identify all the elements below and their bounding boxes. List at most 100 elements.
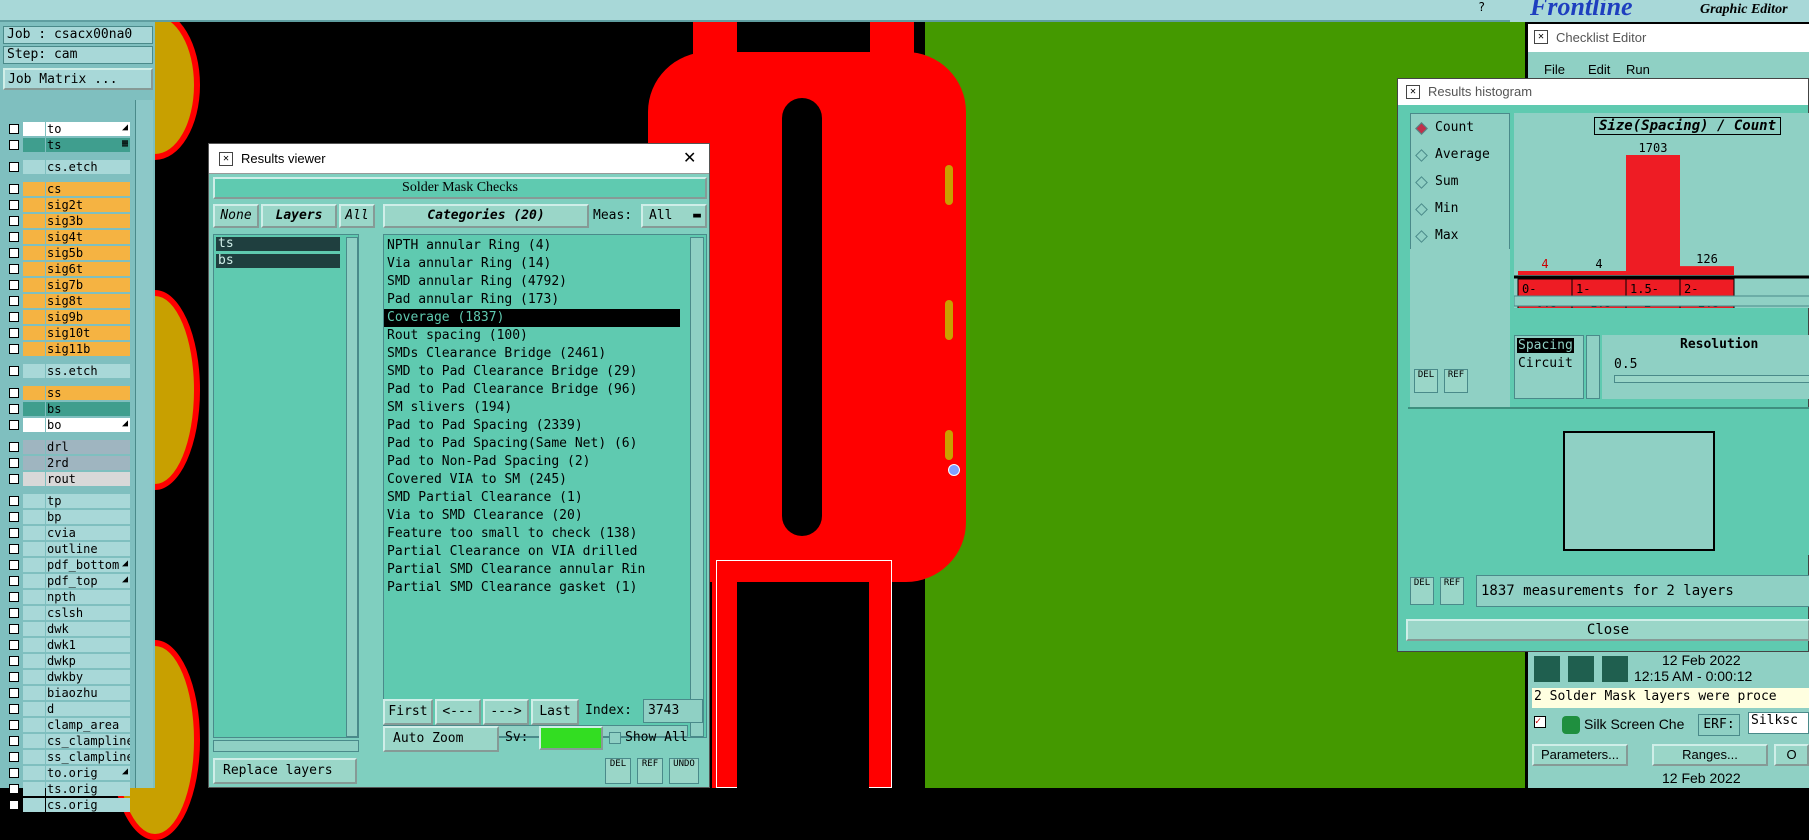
layer-checkbox[interactable] (9, 768, 19, 778)
layer-scrollbar[interactable] (135, 100, 153, 788)
layer-checkbox[interactable] (9, 800, 19, 810)
histogram-bar[interactable] (1518, 271, 1572, 275)
category-item[interactable]: Partial SMD Clearance annular Rin (384, 561, 645, 579)
category-item[interactable]: Feature too small to check (138) (384, 525, 637, 543)
layer-row[interactable]: drl (6, 440, 130, 454)
layer-row[interactable]: dwk (6, 622, 130, 636)
ref-button[interactable]: REF (637, 758, 663, 784)
histogram-bar[interactable] (1626, 155, 1680, 275)
layer-row[interactable]: ss (6, 386, 130, 400)
layer-checkbox[interactable] (9, 216, 19, 226)
layer-hscroll[interactable] (213, 740, 359, 752)
layer-row[interactable]: sig7b (6, 278, 130, 292)
layer-row[interactable]: outline (6, 542, 130, 556)
sv-select[interactable] (539, 726, 603, 750)
option-max[interactable]: Max (1415, 228, 1507, 246)
layer-row[interactable]: ss_clampline (6, 750, 130, 764)
measure-scrollbar[interactable] (1586, 335, 1600, 399)
layer-row[interactable]: cslsh (6, 606, 130, 620)
layer-row[interactable]: bo ◢ (6, 418, 130, 432)
layer-checkbox[interactable] (9, 576, 19, 586)
layer-row[interactable]: sig2t (6, 198, 130, 212)
layer-checkbox[interactable] (9, 328, 19, 338)
all-button[interactable]: All (339, 204, 375, 228)
layer-row[interactable]: pdf_top ◢ (6, 574, 130, 588)
layer-checkbox[interactable] (9, 248, 19, 258)
radio-icon[interactable] (1415, 149, 1428, 162)
layer-row[interactable]: sig9b (6, 310, 130, 324)
job-matrix-button[interactable]: Job Matrix ... (3, 68, 153, 90)
menu-file[interactable]: File (1544, 62, 1565, 77)
auto-zoom-select[interactable]: Auto Zoom (383, 726, 499, 752)
layer-row[interactable]: sig10t (6, 326, 130, 340)
layer-checkbox[interactable] (9, 420, 19, 430)
layer-checkbox[interactable] (9, 296, 19, 306)
layer-row[interactable]: d (6, 702, 130, 716)
index-input[interactable]: 3743 (643, 699, 703, 723)
layer-row[interactable]: 2rd (6, 456, 130, 470)
measure-circuit[interactable]: Circuit (1518, 356, 1573, 371)
category-item[interactable]: Coverage (1837) (384, 309, 680, 327)
tab-categories[interactable]: Categories (20) (383, 204, 589, 228)
layer-checkbox[interactable] (9, 280, 19, 290)
radio-icon[interactable] (1415, 230, 1428, 243)
layer-checkbox[interactable] (9, 124, 19, 134)
o-button[interactable]: O (1774, 744, 1809, 766)
layer-checkbox[interactable] (9, 344, 19, 354)
category-vscroll[interactable] (690, 237, 704, 737)
ref-button-2[interactable]: REF (1440, 577, 1464, 605)
category-item[interactable]: Via annular Ring (14) (384, 255, 551, 273)
layer-checkbox[interactable] (9, 688, 19, 698)
layer-row[interactable]: cs_clampline (6, 734, 130, 748)
close-icon[interactable]: ✕ (683, 148, 696, 168)
category-item[interactable]: Pad to Pad Clearance Bridge (96) (384, 381, 637, 399)
radio-icon[interactable] (1415, 122, 1428, 135)
silk-screen-label[interactable]: Silk Screen Che (1584, 716, 1684, 732)
layer-row[interactable]: sig3b (6, 214, 130, 228)
layer-row[interactable]: biaozhu (6, 686, 130, 700)
layer-checkbox[interactable] (9, 200, 19, 210)
category-item[interactable]: SM slivers (194) (384, 399, 512, 417)
category-item[interactable]: Pad annular Ring (173) (384, 291, 559, 309)
layer-checkbox[interactable] (9, 184, 19, 194)
layer-checkbox[interactable] (9, 162, 19, 172)
category-item[interactable]: Partial Clearance on VIA drilled (384, 543, 637, 561)
layer-checkbox[interactable] (9, 512, 19, 522)
layer-checkbox[interactable] (9, 656, 19, 666)
layer-row[interactable]: sig4t (6, 230, 130, 244)
layer-checkbox[interactable] (9, 624, 19, 634)
layer-row[interactable]: rout (6, 472, 130, 486)
menu-edit[interactable]: Edit (1588, 62, 1610, 77)
erf-button[interactable]: ERF: (1698, 714, 1740, 736)
meas-select[interactable]: All ▬ (641, 204, 707, 228)
menu-run[interactable]: Run (1626, 62, 1650, 77)
layer-row[interactable]: ts ▦ (6, 138, 130, 152)
layer-checkbox[interactable] (9, 592, 19, 602)
layer-row[interactable]: pdf_bottom ◢ (6, 558, 130, 572)
checkbox-icon[interactable]: ✓ (1534, 716, 1546, 728)
layer-row[interactable]: cs.etch (6, 160, 130, 174)
tab-layers[interactable]: Layers (261, 204, 337, 228)
prev-button[interactable]: <--- (435, 699, 481, 725)
ref-button[interactable]: REF (1444, 369, 1468, 393)
category-item[interactable]: SMD to Pad Clearance Bridge (29) (384, 363, 637, 381)
layer-row[interactable]: clamp_area (6, 718, 130, 732)
layer-row[interactable]: dwkby (6, 670, 130, 684)
category-item[interactable]: Pad to Non-Pad Spacing (2) (384, 453, 591, 471)
layer-row[interactable]: cvia (6, 526, 130, 540)
ranges-button[interactable]: Ranges... (1652, 744, 1768, 766)
replace-layers-select[interactable]: Replace layers (213, 758, 357, 784)
layer-row[interactable]: cs (6, 182, 130, 196)
layer-row[interactable]: to.orig ◢ (6, 766, 130, 780)
layer-row[interactable]: to ◢ (6, 122, 130, 136)
category-item[interactable]: SMD annular Ring (4792) (384, 273, 567, 291)
layer-checkbox[interactable] (9, 366, 19, 376)
layer-row[interactable]: ss.etch (6, 364, 130, 378)
layer-row[interactable]: cs.orig (6, 798, 130, 812)
help-icon[interactable]: ? (1478, 0, 1492, 20)
first-button[interactable]: First (383, 699, 433, 725)
category-item[interactable]: Pad to Pad Spacing(Same Net) (6) (384, 435, 637, 453)
category-item[interactable]: SMDs Clearance Bridge (2461) (384, 345, 606, 363)
layer-checkbox[interactable] (9, 264, 19, 274)
layer-checkbox[interactable] (9, 672, 19, 682)
